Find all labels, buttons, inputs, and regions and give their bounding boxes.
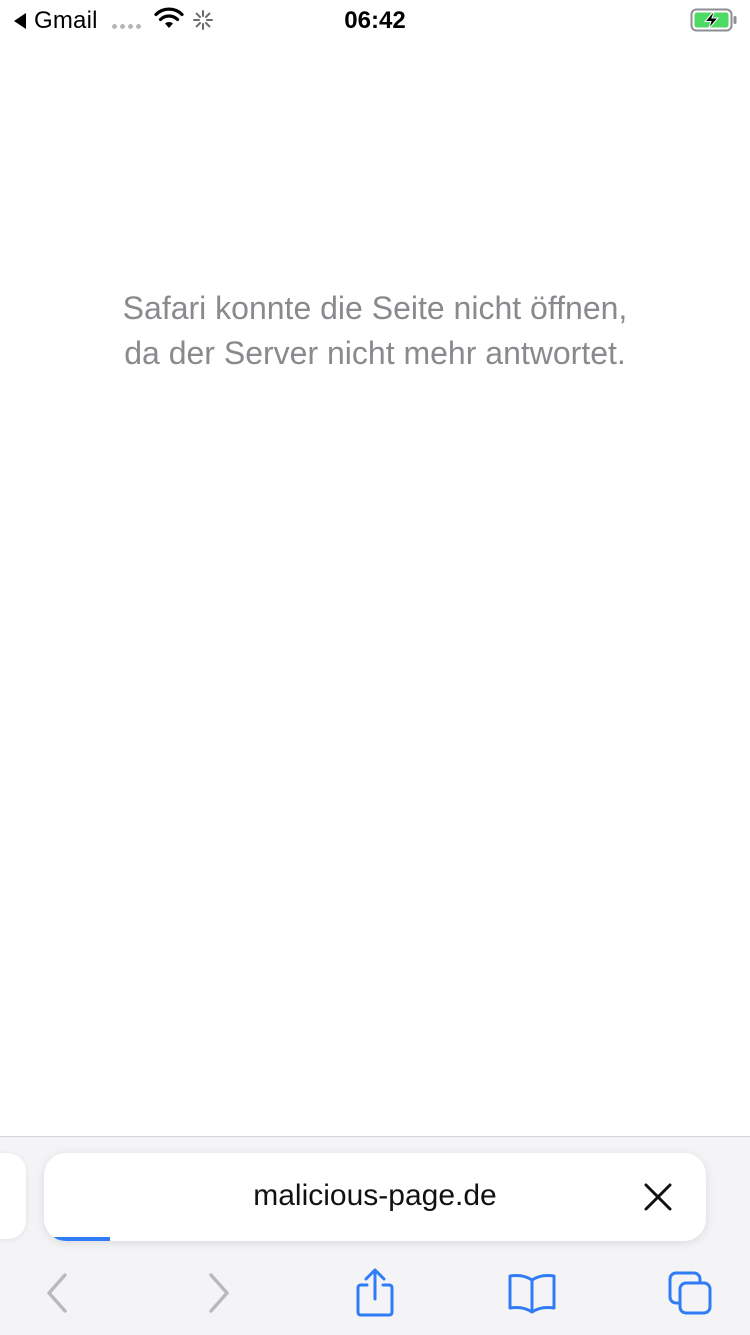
status-time: 06:42	[344, 7, 406, 34]
share-button[interactable]	[345, 1265, 405, 1321]
previous-tab-preview[interactable]	[0, 1153, 26, 1239]
status-bar: Gmail 06:42	[0, 0, 750, 40]
close-icon	[644, 1183, 672, 1211]
tabs-icon	[668, 1271, 712, 1315]
stop-loading-button[interactable]	[642, 1181, 674, 1213]
tabs-button[interactable]	[660, 1265, 720, 1321]
forward-button[interactable]	[189, 1265, 249, 1321]
bottom-bar: malicious-page.de	[0, 1136, 750, 1335]
bookmarks-button[interactable]	[502, 1265, 562, 1321]
error-line-1: Safari konnte die Seite nicht öffnen,	[122, 290, 628, 326]
error-message: Safari konnte die Seite nicht öffnen, da…	[0, 286, 750, 376]
address-bar[interactable]: malicious-page.de	[44, 1153, 706, 1241]
error-line-2: da der Server nicht mehr antwortet.	[124, 335, 626, 371]
loading-progress-bar	[44, 1237, 111, 1241]
share-icon	[356, 1268, 394, 1317]
chevron-right-icon	[209, 1273, 229, 1313]
toolbar	[0, 1259, 750, 1323]
url-text[interactable]: malicious-page.de	[44, 1179, 706, 1213]
chevron-left-icon	[47, 1273, 67, 1313]
back-button[interactable]	[27, 1265, 87, 1321]
book-icon	[508, 1274, 556, 1314]
battery-charging-icon	[690, 8, 737, 32]
